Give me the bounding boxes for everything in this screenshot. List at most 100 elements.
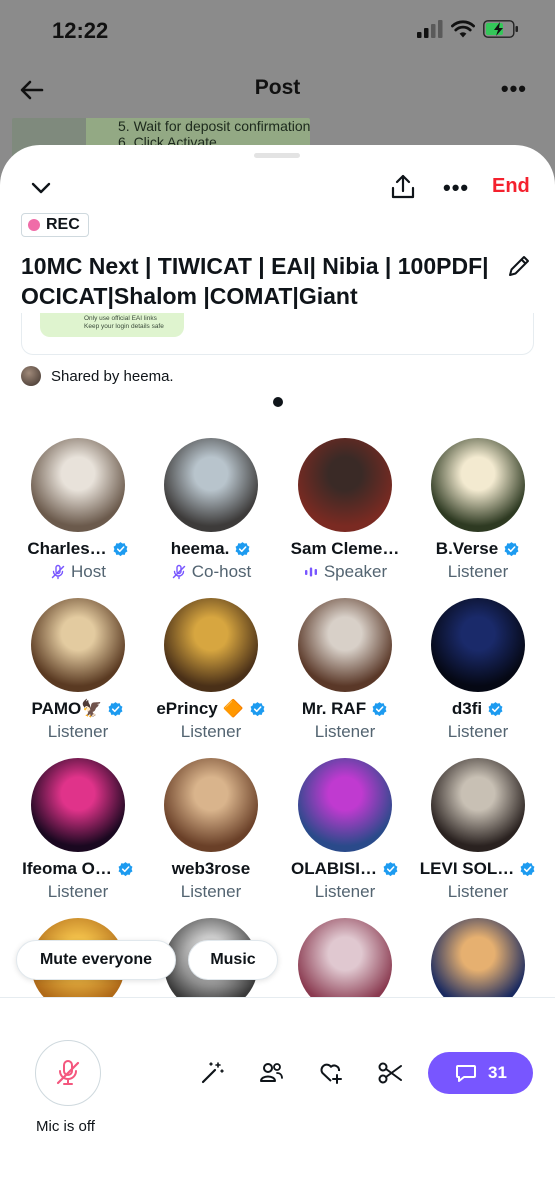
participant-avatar <box>164 758 258 852</box>
participant-role: Host <box>71 562 106 581</box>
post-more-icon[interactable]: ••• <box>501 76 527 102</box>
participant-name-row: LEVI SOL… <box>410 858 546 880</box>
speaking-bars-icon <box>304 567 317 577</box>
mic-off-icon <box>172 564 185 580</box>
participant-role-row: Listener <box>277 722 413 742</box>
pencil-edit-icon[interactable] <box>506 253 532 279</box>
participant-name: web3rose <box>171 859 251 878</box>
verified-badge-icon <box>383 861 398 876</box>
more-options-icon[interactable]: ••• <box>443 175 469 201</box>
mic-toggle-button[interactable] <box>35 1040 101 1106</box>
participant-name: Sam Cleme… <box>290 539 400 558</box>
participant-card[interactable]: B.Verse Listener <box>410 438 546 582</box>
heart-plus-icon[interactable] <box>318 1060 344 1086</box>
participant-card[interactable]: ePrincy 🔶 Listener <box>143 598 279 742</box>
share-icon[interactable] <box>390 173 416 201</box>
participant-card[interactable]: Ifeoma O… Listener <box>10 758 146 902</box>
participant-card[interactable]: OLABISI… Listener <box>277 758 413 902</box>
cellular-signal-icon <box>417 20 443 38</box>
pinned-post-card[interactable]: Only use official EAI links Keep your lo… <box>21 313 534 355</box>
participant-role-row: Co-host <box>143 562 279 582</box>
participant-avatar <box>431 758 525 852</box>
participant-name: heema. <box>170 539 230 558</box>
participant-role-row: Listener <box>143 722 279 742</box>
participant-card[interactable]: PAMO🦅 Listener <box>10 598 146 742</box>
participant-name-row: Sam Cleme… <box>277 538 413 560</box>
sheet-toolbar: ••• End <box>0 173 555 205</box>
battery-charging-icon <box>483 20 518 38</box>
participant-card[interactable]: LEVI SOL… Listener <box>410 758 546 902</box>
mic-off-icon <box>51 564 65 580</box>
participant-avatar <box>298 598 392 692</box>
post-title: Post <box>254 76 301 99</box>
clip-scissors-icon[interactable] <box>377 1060 403 1086</box>
participant-name: ePrincy 🔶 <box>156 699 244 718</box>
post-snippet-line: 5. Wait for deposit confirmation <box>118 118 310 134</box>
participant-role-row: Listener <box>10 882 146 902</box>
participant-name-row: OLABISI… <box>277 858 413 880</box>
participant-avatar <box>164 438 258 532</box>
pinned-post-thumbnail: Only use official EAI links Keep your lo… <box>40 313 184 337</box>
participant-card[interactable]: d3fi Listener <box>410 598 546 742</box>
participant-role-row: Host <box>10 562 146 582</box>
participant-role: Listener <box>47 722 109 741</box>
pinned-post-line: Keep your login details safe <box>84 323 164 330</box>
participant-role: Co-host <box>191 562 252 581</box>
verified-badge-icon <box>113 541 128 556</box>
participant-role-row: Listener <box>410 882 546 902</box>
participant-card[interactable]: Charles… Host <box>10 438 146 582</box>
participant-name-row: Mr. RAF <box>277 698 413 720</box>
participant-card[interactable]: web3rose Listener <box>143 758 279 902</box>
mic-status-label: Mic is off <box>36 1118 95 1135</box>
participant-name-row: d3fi <box>410 698 546 720</box>
chevron-down-icon[interactable] <box>30 177 52 199</box>
participant-card[interactable]: Sam Cleme… Speaker <box>277 438 413 582</box>
comment-count: 31 <box>488 1063 507 1082</box>
participant-role-row: Listener <box>277 882 413 902</box>
participant-card[interactable]: heema. Co-host <box>143 438 279 582</box>
participant-name-row: B.Verse <box>410 538 546 560</box>
manage-people-icon[interactable] <box>258 1060 284 1086</box>
status-time: 12:22 <box>52 18 109 43</box>
space-title: 10MC Next | TIWICAT | EAI| Nibia | 100PD… <box>21 253 489 309</box>
participant-role: Listener <box>447 882 509 901</box>
comments-button[interactable]: 31 <box>428 1052 533 1094</box>
music-button[interactable]: Music <box>188 940 278 980</box>
verified-badge-icon <box>372 701 387 716</box>
verified-badge-icon <box>520 861 535 876</box>
participant-name-row: PAMO🦅 <box>10 698 146 720</box>
space-sheet: ••• End REC 10MC Next | TIWICAT | EAI| N… <box>0 145 555 1200</box>
page-indicator-dot <box>273 397 283 407</box>
participant-avatar <box>31 598 125 692</box>
participant-avatar <box>31 758 125 852</box>
participant-name-row: ePrincy 🔶 <box>143 698 279 720</box>
sheet-grabber[interactable] <box>254 153 300 158</box>
participant-name-row: web3rose <box>143 858 279 880</box>
participant-role: Listener <box>447 722 509 741</box>
status-bar: 12:22 <box>0 0 555 62</box>
recording-label: REC <box>46 216 80 233</box>
participant-role: Listener <box>47 882 109 901</box>
wifi-icon <box>451 20 475 38</box>
participant-role: Listener <box>180 722 242 741</box>
magic-wand-icon[interactable] <box>199 1060 225 1086</box>
chat-bubble-icon <box>456 1065 477 1082</box>
participant-card[interactable]: Mr. RAF Listener <box>277 598 413 742</box>
shared-by-row[interactable]: Shared by heema. <box>21 366 174 386</box>
verified-badge-icon <box>504 541 519 556</box>
status-icons <box>417 20 519 38</box>
participant-name-row: Charles… <box>10 538 146 560</box>
participant-avatar <box>431 438 525 532</box>
shared-by-text: Shared by heema. <box>51 367 174 385</box>
participant-avatar <box>298 758 392 852</box>
participant-name: OLABISI… <box>291 859 377 878</box>
bottom-controls: Mic is off 31 <box>0 997 555 1200</box>
mic-off-icon <box>56 1060 80 1085</box>
verified-badge-icon <box>488 701 503 716</box>
participant-role-row: Listener <box>10 722 146 742</box>
participant-name: B.Verse <box>435 539 499 558</box>
pinned-post-line: Only use official EAI links <box>84 315 157 322</box>
end-space-button[interactable]: End <box>492 175 530 198</box>
mute-everyone-button[interactable]: Mute everyone <box>16 940 176 980</box>
post-header: Post ••• <box>0 62 555 118</box>
